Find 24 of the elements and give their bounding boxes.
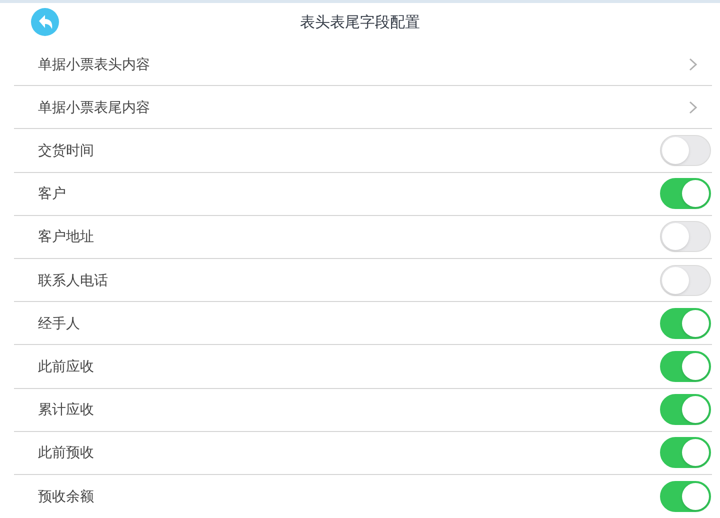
setting-label: 预收余额 — [38, 486, 95, 506]
setting-label: 此前预收 — [38, 443, 95, 462]
toggle-switch[interactable] — [660, 437, 711, 468]
toggle-switch[interactable] — [660, 221, 711, 252]
setting-label: 客户 — [38, 184, 67, 204]
setting-label: 联系人电话 — [38, 270, 109, 290]
chevron-right-icon[interactable] — [689, 100, 697, 114]
back-icon[interactable] — [31, 8, 59, 36]
toggle-switch[interactable] — [660, 264, 711, 296]
toggle-switch[interactable] — [660, 178, 711, 210]
setting-label: 经手人 — [38, 314, 81, 333]
toggle-switch[interactable] — [660, 134, 711, 166]
setting-label: 客户地址 — [38, 227, 95, 246]
toggle-switch[interactable] — [660, 480, 711, 512]
setting-label: 单据小票表头内容 — [38, 54, 151, 74]
toggle-switch[interactable] — [660, 308, 711, 339]
page-title: 表头表尾字段配置 — [299, 12, 421, 33]
toggle-switch[interactable] — [660, 350, 711, 382]
setting-label: 累计应收 — [38, 400, 95, 420]
chevron-right-icon[interactable] — [689, 58, 697, 71]
setting-label: 此前应收 — [38, 356, 95, 376]
setting-label: 单据小票表尾内容 — [38, 98, 151, 117]
setting-label: 交货时间 — [38, 140, 95, 160]
toggle-switch[interactable] — [660, 394, 711, 426]
